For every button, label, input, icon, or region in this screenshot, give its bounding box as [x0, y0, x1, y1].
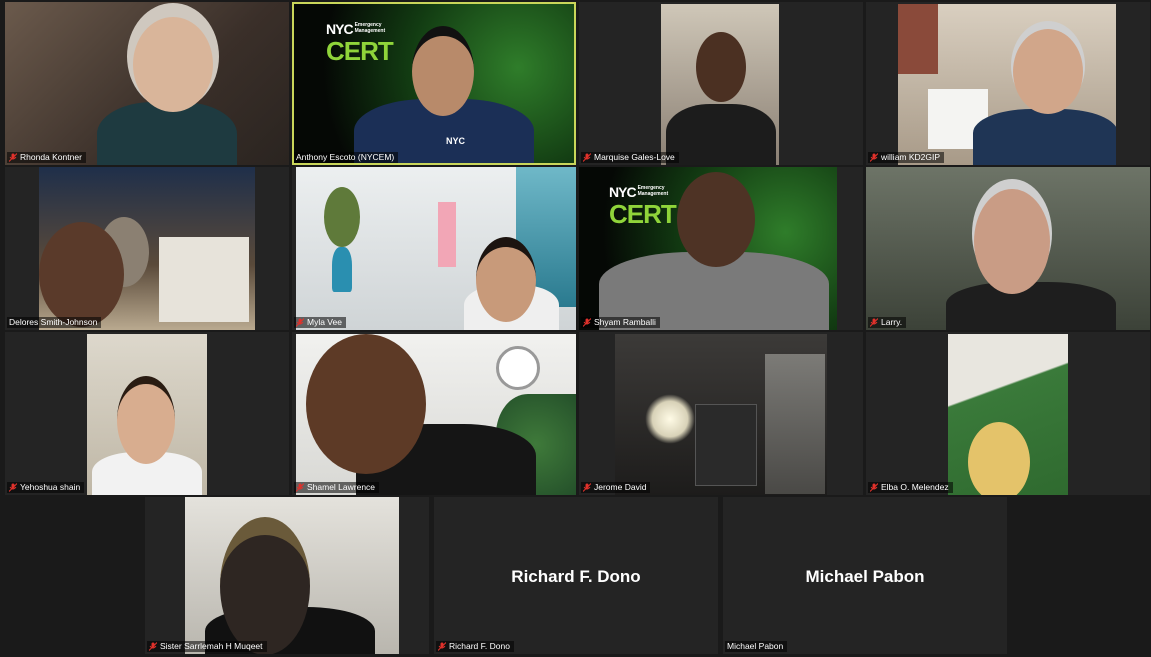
participant-name: Sister Sarrlemah H Muqeet	[160, 641, 263, 651]
participant-tile-video-off[interactable]: Richard F. Dono Richard F. Dono	[434, 497, 718, 654]
participant-name-tag: Shamel Lawrence	[294, 482, 380, 493]
participant-name-tag: Anthony Escoto (NYCEM)	[294, 152, 399, 163]
participant-display-name: Richard F. Dono	[511, 567, 641, 586]
mic-muted-icon	[296, 483, 304, 492]
participant-video	[39, 167, 255, 330]
mic-muted-icon	[583, 483, 591, 492]
participant-tile[interactable]: Myla Vee	[292, 167, 576, 330]
participant-name-tag: Michael Pabon	[725, 641, 788, 652]
nyc-cert-logo: NYC Emergency Management CERT	[326, 21, 394, 66]
gallery-row-bottom: Sister Sarrlemah H Muqeet Richard F. Don…	[5, 497, 1148, 654]
participant-video	[661, 4, 779, 165]
participant-name: Richard F. Dono	[449, 641, 510, 651]
participant-name: Jerome David	[594, 482, 647, 492]
participant-name-tag: Myla Vee	[294, 317, 346, 328]
participant-tile[interactable]: Delores Smith-Johnson	[5, 167, 289, 330]
participant-video	[296, 334, 576, 495]
participant-video	[898, 4, 1116, 165]
participant-tile[interactable]: NYC Emergency Management CERT Shyam Ramba…	[579, 167, 863, 330]
participant-video	[948, 334, 1068, 495]
participant-tile[interactable]: Shamel Lawrence	[292, 332, 576, 495]
participant-name-tag: Jerome David	[581, 482, 651, 493]
participant-video: NYC Emergency Management CERT NYC	[294, 4, 574, 163]
participant-tile[interactable]: Jerome David	[579, 332, 863, 495]
participant-video	[5, 2, 289, 165]
nyc-cert-logo: NYC Emergency Management CERT	[609, 184, 677, 229]
participant-name: Rhonda Kontner	[20, 152, 82, 162]
mic-muted-icon	[583, 318, 591, 327]
participant-name: Delores Smith-Johnson	[9, 317, 98, 327]
participant-video	[185, 497, 399, 654]
participant-name-tag: Delores Smith-Johnson	[7, 317, 102, 328]
mic-muted-icon	[149, 642, 157, 651]
mic-muted-icon	[870, 483, 878, 492]
participant-tile[interactable]: Sister Sarrlemah H Muqeet	[145, 497, 429, 654]
mic-muted-icon	[9, 153, 17, 162]
participant-video	[296, 167, 576, 330]
participant-name: Larry.	[881, 317, 903, 327]
participant-name-tag: Richard F. Dono	[436, 641, 514, 652]
participant-name: Shamel Lawrence	[307, 482, 376, 492]
mic-muted-icon	[583, 153, 591, 162]
participant-name-tag: Marquise Gales-Love	[581, 152, 679, 163]
participant-name-tag: Yehoshua shain	[7, 482, 85, 493]
shirt-logo: NYC	[446, 136, 466, 146]
participant-video	[866, 167, 1150, 330]
participant-name-tag: Rhonda Kontner	[7, 152, 86, 163]
participant-name: Marquise Gales-Love	[594, 152, 675, 162]
mic-muted-icon	[9, 483, 17, 492]
participant-tile[interactable]: Marquise Gales-Love	[579, 2, 863, 165]
mic-muted-icon	[296, 318, 304, 327]
participant-tile[interactable]: Yehoshua shain	[5, 332, 289, 495]
participant-name: Anthony Escoto (NYCEM)	[296, 152, 395, 162]
participant-video	[87, 334, 207, 495]
participant-name-tag: Sister Sarrlemah H Muqeet	[147, 641, 267, 652]
participant-name: Shyam Ramballi	[594, 317, 656, 327]
participant-tile[interactable]: Elba O. Melendez	[866, 332, 1150, 495]
participant-name: Myla Vee	[307, 317, 342, 327]
participant-name-tag: Elba O. Melendez	[868, 482, 953, 493]
mic-muted-icon	[438, 642, 446, 651]
participant-tile-active-speaker[interactable]: NYC Emergency Management CERT NYC Anthony…	[292, 2, 576, 165]
participant-name-tag: william KD2GIP	[868, 152, 945, 163]
participant-name: Elba O. Melendez	[881, 482, 949, 492]
participant-display-name: Michael Pabon	[805, 567, 925, 586]
mic-muted-icon	[870, 153, 878, 162]
participant-tile[interactable]: Larry.	[866, 167, 1150, 330]
participant-name-tag: Shyam Ramballi	[581, 317, 660, 328]
participant-tile-video-off[interactable]: Michael Pabon Michael Pabon	[723, 497, 1007, 654]
participant-video	[615, 334, 827, 495]
participant-name: Michael Pabon	[727, 641, 784, 651]
participant-tile[interactable]: william KD2GIP	[866, 2, 1150, 165]
participant-name: Yehoshua shain	[20, 482, 81, 492]
participant-video: NYC Emergency Management CERT	[579, 167, 837, 330]
participant-name-tag: Larry.	[868, 317, 907, 328]
mic-muted-icon	[870, 318, 878, 327]
participant-tile[interactable]: Rhonda Kontner	[5, 2, 289, 165]
participant-name: william KD2GIP	[881, 152, 941, 162]
